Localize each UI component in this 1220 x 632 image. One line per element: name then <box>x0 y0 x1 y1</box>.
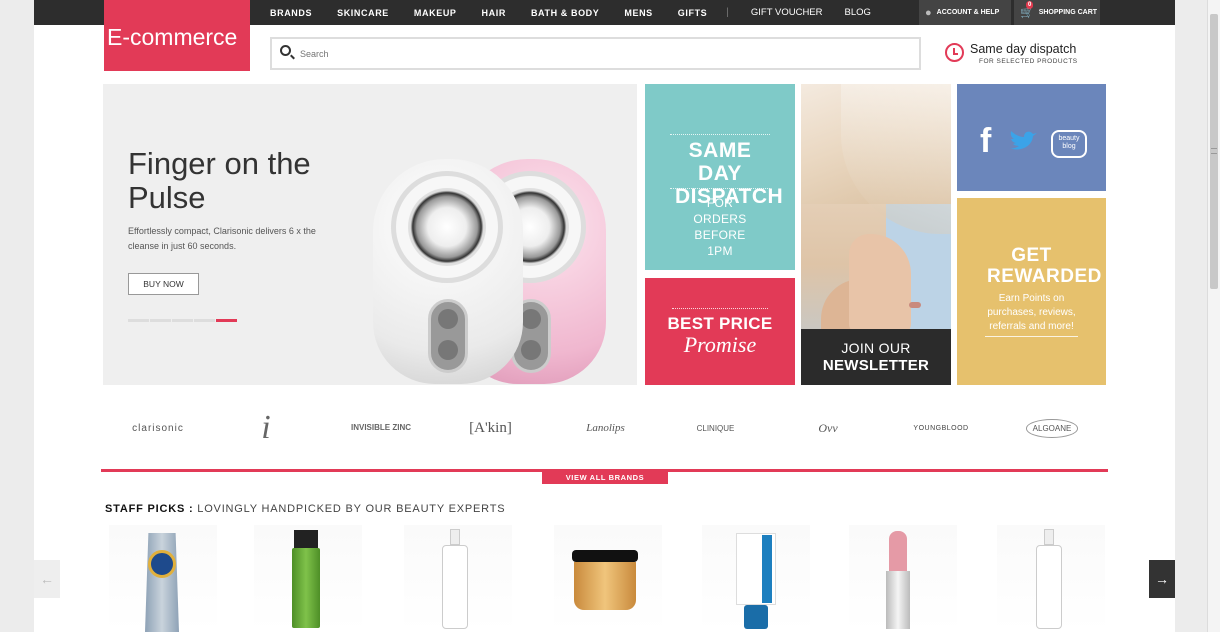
hero-banner: Finger on the Pulse Effortlessly compact… <box>103 84 637 385</box>
facebook-icon[interactable]: f <box>980 122 991 161</box>
page-scrollbar[interactable] <box>1207 0 1220 632</box>
rewards-tile[interactable]: GET REWARDED Earn Points on purchases, r… <box>957 198 1106 385</box>
nav-brands[interactable]: BRANDS <box>270 8 312 18</box>
nav-separator: | <box>726 7 729 18</box>
tile-price-heading: BEST PRICE <box>667 314 773 333</box>
newsletter-band: JOIN OUR NEWSLETTER <box>801 329 951 385</box>
hero-description: Effortlessly compact, Clarisonic deliver… <box>128 226 316 251</box>
dispatch-subtitle: FOR SELECTED PRODUCTS <box>979 58 1078 65</box>
brand-clinique[interactable]: CLINIQUE <box>693 408 738 448</box>
product-hand-cream[interactable] <box>109 525 217 632</box>
search-bar <box>270 37 921 70</box>
brand-ovv[interactable]: Ovv <box>813 408 843 448</box>
slider-dot[interactable] <box>172 319 193 322</box>
logo-text: E-commerce <box>107 24 238 50</box>
nav-mens[interactable]: MENS <box>624 8 652 18</box>
newsletter-tile[interactable]: JOIN OUR NEWSLETTER <box>801 84 951 385</box>
twitter-icon[interactable] <box>1008 130 1040 152</box>
main-nav: BRANDS SKINCARE MAKEUP HAIR BATH & BODY … <box>270 0 893 25</box>
slider-dot[interactable] <box>128 319 149 322</box>
shopping-cart-button[interactable]: 🛒 0 SHOPPING CART <box>1014 0 1100 25</box>
arrow-left-icon: ← <box>40 571 54 587</box>
nav-hair[interactable]: HAIR <box>482 8 506 18</box>
nav-gift-voucher[interactable]: GIFT VOUCHER <box>751 7 823 18</box>
product-volume-spray[interactable] <box>254 525 362 632</box>
nav-gifts[interactable]: GIFTS <box>678 8 708 18</box>
buy-now-button[interactable]: BUY NOW <box>128 273 199 295</box>
product-dermalogica-tube[interactable] <box>702 525 810 632</box>
same-day-dispatch-tile[interactable]: SAME DAY DISPATCH FOR ORDERS BEFORE 1PM <box>645 84 795 270</box>
site-logo[interactable]: E-commerce <box>104 0 250 71</box>
product-asap-lotion[interactable] <box>404 525 512 632</box>
carousel-prev-button[interactable]: ← <box>34 560 60 598</box>
rewards-heading: GET REWARDED <box>987 245 1102 287</box>
algoane-label: ALGOANE <box>1025 418 1079 438</box>
carousel-next-button[interactable]: → <box>1149 560 1175 598</box>
product-redken-mask[interactable] <box>554 525 662 632</box>
rewards-sub: Earn Points on purchases, reviews, refer… <box>987 293 1076 332</box>
slider-dot[interactable] <box>150 319 171 322</box>
tile-price-script: Promise <box>683 332 757 357</box>
view-all-brands-button[interactable]: VIEW ALL BRANDS <box>542 472 668 484</box>
scrollbar-grip <box>1211 148 1217 154</box>
user-icon: ● <box>925 6 932 19</box>
slider-dot-active[interactable] <box>216 319 237 322</box>
search-input[interactable] <box>300 39 900 68</box>
slider-dot[interactable] <box>194 319 215 322</box>
search-icon[interactable] <box>280 45 291 56</box>
nav-bath-body[interactable]: BATH & BODY <box>531 8 599 18</box>
newsletter-line2: NEWSLETTER <box>822 357 930 374</box>
account-label: ACCOUNT & HELP <box>936 9 1000 16</box>
cart-icon: 🛒 0 <box>1020 1 1034 19</box>
product-asap-cleanser[interactable] <box>997 525 1105 632</box>
blog-icon[interactable]: beauty blog <box>1051 130 1087 158</box>
account-help-button[interactable]: ● ACCOUNT & HELP <box>919 0 1011 25</box>
social-tile: f beauty blog <box>957 84 1106 191</box>
brand-akin[interactable]: [A'kin] <box>463 408 518 448</box>
slider-dots <box>128 319 238 322</box>
brand-jane-iredale[interactable]: i <box>246 408 286 448</box>
brand-lanolips[interactable]: Lanolips <box>578 408 633 448</box>
brand-invisible-zinc[interactable]: INVISIBLE ZINC <box>351 408 411 448</box>
brand-algoane[interactable]: ALGOANE <box>1023 408 1081 448</box>
clock-icon <box>945 43 964 62</box>
staff-picks-title: STAFF PICKS : <box>105 503 194 515</box>
staff-picks-subtitle: LOVINGLY HANDPICKED BY OUR BEAUTY EXPERT… <box>197 503 506 515</box>
cart-label: SHOPPING CART <box>1038 9 1098 16</box>
clarisonic-device-white <box>373 159 523 384</box>
staff-picks-heading: STAFF PICKS : LOVINGLY HANDPICKED BY OUR… <box>105 503 505 515</box>
tile-dispatch-sub: FOR ORDERS BEFORE 1PM <box>693 196 747 258</box>
same-day-dispatch-banner[interactable]: Same day dispatch FOR SELECTED PRODUCTS <box>945 40 1095 70</box>
product-lipstick[interactable] <box>849 525 957 632</box>
dispatch-title: Same day dispatch <box>970 42 1077 56</box>
nav-blog[interactable]: BLOG <box>845 7 871 18</box>
best-price-tile[interactable]: BEST PRICE Promise <box>645 278 795 385</box>
brand-logos: clarisonic i INVISIBLE ZINC [A'kin] Lano… <box>103 408 1106 448</box>
arrow-right-icon: → <box>1155 571 1169 587</box>
nav-skincare[interactable]: SKINCARE <box>337 8 389 18</box>
page: BRANDS SKINCARE MAKEUP HAIR BATH & BODY … <box>34 0 1175 632</box>
newsletter-line1: JOIN OUR <box>841 340 911 356</box>
nav-makeup[interactable]: MAKEUP <box>414 8 457 18</box>
brand-youngblood[interactable]: YOUNGBLOOD <box>901 408 981 448</box>
hero-title: Finger on the Pulse <box>128 146 311 215</box>
cart-count-badge: 0 <box>1026 1 1034 9</box>
brand-clarisonic[interactable]: clarisonic <box>118 408 198 448</box>
